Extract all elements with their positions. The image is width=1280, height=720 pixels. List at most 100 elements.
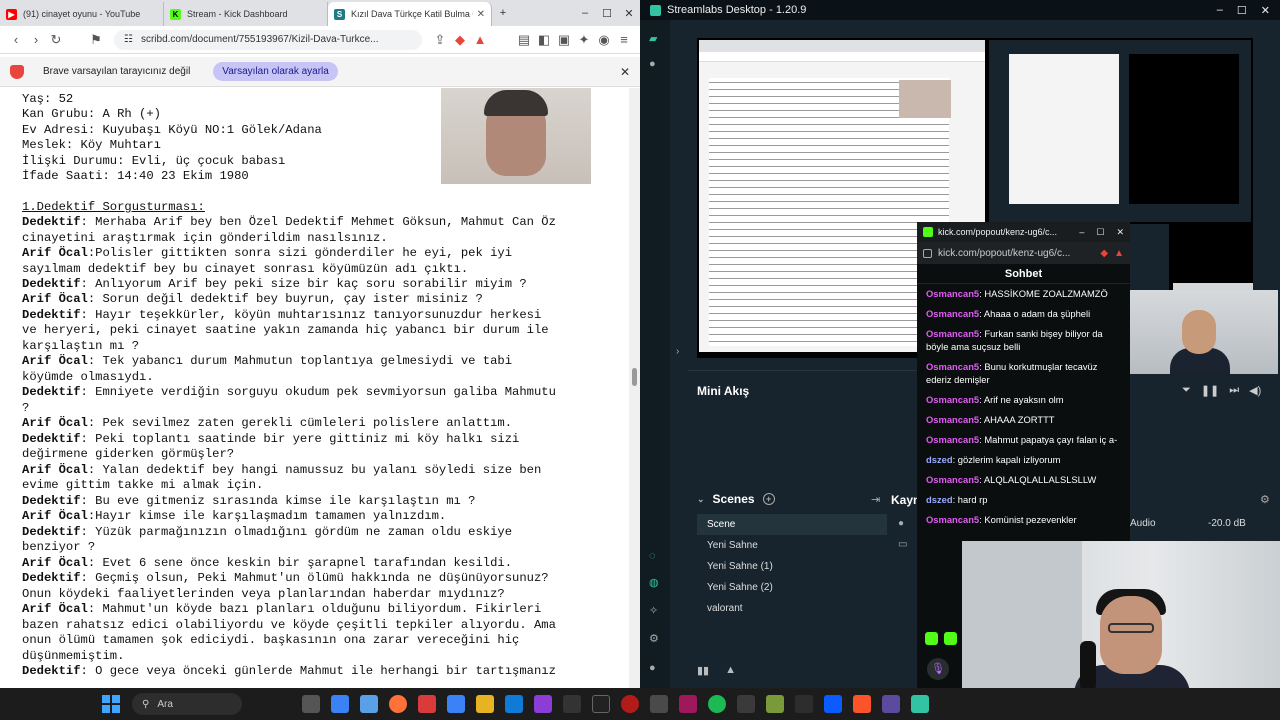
close-window-icon[interactable]: ✕ xyxy=(618,7,640,20)
minimize-icon[interactable]: – xyxy=(574,7,596,19)
brave-icon[interactable] xyxy=(853,695,871,713)
gear-icon[interactable]: ⚙ xyxy=(1260,493,1270,506)
chat-username[interactable]: Osmancan5 xyxy=(926,361,979,372)
brave-rewards-icon[interactable]: ▲ xyxy=(1114,248,1124,259)
app-icon[interactable] xyxy=(447,695,465,713)
settings-icon[interactable]: ⚙ xyxy=(649,632,661,645)
streamlabs-icon[interactable] xyxy=(911,695,929,713)
extensions-icon[interactable]: ✦ xyxy=(574,32,594,48)
scene-item[interactable]: valorant xyxy=(697,598,887,619)
zoom-icon[interactable] xyxy=(824,695,842,713)
close-window-icon[interactable]: ✕ xyxy=(1116,227,1124,238)
stats-icon[interactable]: ▮▮ xyxy=(697,664,709,677)
url-text: scribd.com/document/755193967/Kizil-Dava… xyxy=(140,34,379,45)
close-tab-icon[interactable]: ✕ xyxy=(477,9,485,20)
taskbar-search[interactable]: ⚲ Ara xyxy=(132,693,242,715)
app-icon[interactable] xyxy=(737,695,755,713)
scene-item[interactable]: Yeni Sahne (2) xyxy=(697,577,887,598)
app-icon[interactable] xyxy=(882,695,900,713)
reload-icon[interactable]: ↻ xyxy=(46,32,66,48)
editor-icon[interactable]: ▰ xyxy=(649,32,661,45)
store-icon[interactable] xyxy=(505,695,523,713)
maximize-icon[interactable]: ☐ xyxy=(596,7,618,20)
tab-scribd[interactable]: S Kızıl Dava Türkçe Katil Bulma Oy ✕ xyxy=(328,2,492,26)
document-scrollbar[interactable] xyxy=(629,88,640,688)
chat-url-bar[interactable]: kick.com/popout/kenz-ug6/c... ◆ ▲ xyxy=(917,242,1130,264)
app-icon[interactable] xyxy=(621,695,639,713)
source-lock-icon: ● xyxy=(898,518,905,529)
layout-icon[interactable]: ✧ xyxy=(649,604,661,617)
site-info-icon[interactable]: ☷ xyxy=(124,34,133,45)
chat-username[interactable]: Osmancan5 xyxy=(926,414,979,425)
document-line: Yaş: 52 xyxy=(22,92,73,107)
close-window-icon[interactable]: ✕ xyxy=(1261,4,1270,17)
chat-username[interactable]: Osmancan5 xyxy=(926,514,979,525)
emote-icon[interactable] xyxy=(944,632,957,645)
chat-username[interactable]: dszed xyxy=(926,494,953,505)
tab-kick[interactable]: K Stream - Kick Dashboard xyxy=(164,2,328,26)
scene-collapse-icon[interactable]: ⇥ xyxy=(871,493,880,506)
brave-rewards-icon[interactable]: ▲ xyxy=(470,32,490,47)
chat-username[interactable]: Osmancan5 xyxy=(926,328,979,339)
minimize-icon[interactable]: – xyxy=(1217,4,1223,17)
add-scene-icon[interactable]: + xyxy=(762,493,775,505)
app-icon[interactable] xyxy=(418,695,436,713)
chat-username[interactable]: dszed xyxy=(926,454,953,465)
expand-chevron-icon[interactable]: › xyxy=(676,346,679,357)
chat-username[interactable]: Osmancan5 xyxy=(926,474,979,485)
notion-icon[interactable] xyxy=(592,695,610,713)
brave-shield-icon[interactable]: ◆ xyxy=(1100,248,1108,259)
emote-icon[interactable] xyxy=(925,632,938,645)
bookmark-icon[interactable]: ⚑ xyxy=(86,32,106,48)
alert-icon[interactable]: ▲ xyxy=(725,664,736,677)
tab-youtube[interactable]: ▶ (91) cinayet oyunu - YouTube xyxy=(0,2,164,26)
app-icon[interactable] xyxy=(795,695,813,713)
set-default-button[interactable]: Varsayılan olarak ayarla xyxy=(213,62,338,81)
chat-username[interactable]: Osmancan5 xyxy=(926,308,979,319)
new-tab-icon[interactable]: + xyxy=(492,7,514,19)
sidebar-icon[interactable]: ◧ xyxy=(534,32,554,48)
pause-icon[interactable]: ❚❚ xyxy=(1201,384,1219,397)
scene-item[interactable]: Yeni Sahne (1) xyxy=(697,556,887,577)
window-icon[interactable] xyxy=(360,695,378,713)
share-icon[interactable]: ⇪ xyxy=(430,32,450,48)
brave-shield-icon[interactable]: ◆ xyxy=(450,32,470,48)
task-view-icon[interactable] xyxy=(302,695,320,713)
minimize-icon[interactable]: – xyxy=(1079,227,1084,238)
reader-icon[interactable]: ▤ xyxy=(514,32,534,48)
alert-box-icon[interactable]: ◍ xyxy=(649,576,661,589)
file-explorer-icon[interactable] xyxy=(476,695,494,713)
record-icon[interactable]: ● xyxy=(649,58,661,70)
app-icon[interactable] xyxy=(679,695,697,713)
maximize-icon[interactable]: ☐ xyxy=(1237,4,1247,17)
filter-icon[interactable]: ⏷ xyxy=(1182,384,1191,397)
notion-icon[interactable] xyxy=(563,695,581,713)
wallet-icon[interactable]: ▣ xyxy=(554,32,574,48)
menu-icon[interactable]: ≡ xyxy=(614,32,634,47)
maximize-icon[interactable]: ☐ xyxy=(1096,227,1104,238)
volume-icon[interactable]: ◀) xyxy=(1249,384,1261,397)
dropbox-icon[interactable] xyxy=(331,695,349,713)
chat-username[interactable]: Osmancan5 xyxy=(926,394,979,405)
microphone-icon[interactable]: 🎙 xyxy=(927,658,949,680)
scene-item[interactable]: Scene xyxy=(697,514,887,535)
start-button[interactable] xyxy=(102,695,120,713)
app-icon[interactable] xyxy=(534,695,552,713)
line-text: Kan Grubu: A Rh (+) xyxy=(22,107,161,121)
dashboard-icon[interactable]: ◌ xyxy=(649,550,661,562)
skip-icon[interactable]: ⏭ xyxy=(1229,384,1239,397)
chat-username[interactable]: Osmancan5 xyxy=(926,288,979,299)
profile-icon[interactable]: ● xyxy=(649,662,661,674)
scene-item[interactable]: Yeni Sahne xyxy=(697,535,887,556)
vpn-icon[interactable]: ◉ xyxy=(594,32,614,48)
collapse-chevron-icon[interactable]: ⌄ xyxy=(697,494,705,505)
forward-icon[interactable]: › xyxy=(26,32,46,47)
chat-username[interactable]: Osmancan5 xyxy=(926,434,979,445)
spotify-icon[interactable] xyxy=(708,695,726,713)
close-infobar-icon[interactable]: ✕ xyxy=(620,65,630,79)
url-field[interactable]: ☷ scribd.com/document/755193967/Kizil-Da… xyxy=(114,29,422,50)
back-icon[interactable]: ‹ xyxy=(6,32,26,47)
minecraft-icon[interactable] xyxy=(766,695,784,713)
firefox-icon[interactable] xyxy=(389,695,407,713)
app-icon[interactable] xyxy=(650,695,668,713)
